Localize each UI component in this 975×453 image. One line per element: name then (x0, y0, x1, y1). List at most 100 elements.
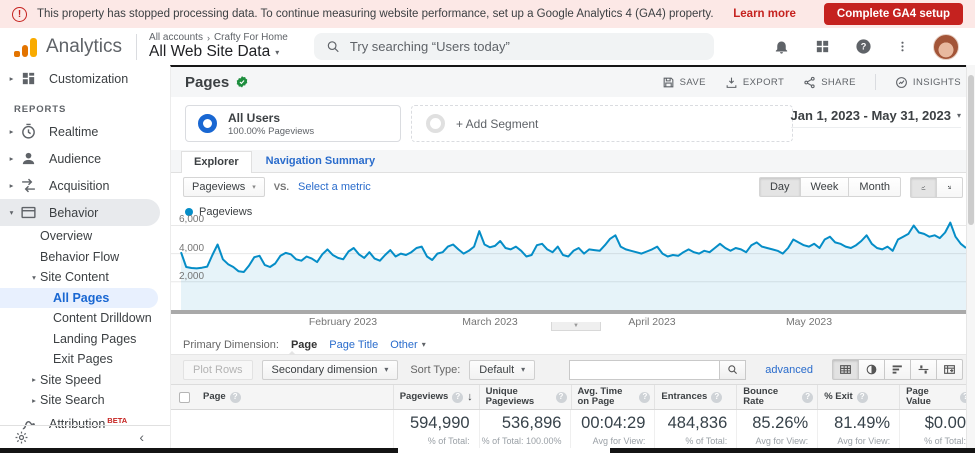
dimension-page-title[interactable]: Page Title (329, 339, 378, 351)
help-icon[interactable]: ? (855, 38, 872, 55)
sort-type-dropdown[interactable]: Default ▾ (469, 360, 535, 380)
motion-chart-view-button[interactable] (936, 177, 963, 198)
chevron-down-icon[interactable]: ▾ (28, 273, 40, 282)
chevron-down-icon: ▾ (384, 365, 388, 374)
complete-ga4-setup-button[interactable]: Complete GA4 setup (824, 3, 963, 25)
sidebar-item-behavior[interactable]: ▾Behavior (0, 199, 160, 226)
granularity-day-button[interactable]: Day (759, 177, 801, 197)
sidebar-item-exit-pages[interactable]: Exit Pages (0, 349, 170, 370)
sidebar-item-site-search[interactable]: ▸Site Search (0, 390, 170, 411)
plot-rows-button[interactable]: Plot Rows (183, 360, 253, 380)
chevron-right-icon[interactable]: ▸ (6, 181, 17, 190)
line-chart-view-button[interactable] (910, 177, 937, 198)
comparison-view-button[interactable] (910, 359, 937, 380)
totals-unique-pageviews: 536,896% of Total: 100.00%(536,896) (479, 410, 571, 453)
sidebar-item-site-content[interactable]: ▾Site Content (0, 267, 170, 288)
breadcrumb-all-accounts[interactable]: All accounts (149, 32, 203, 43)
export-button[interactable]: EXPORT (725, 76, 784, 89)
insights-button[interactable]: INSIGHTS (895, 76, 961, 89)
sidebar-item-site-speed[interactable]: ▸Site Speed (0, 370, 170, 391)
dimension-page[interactable]: Page (291, 339, 317, 351)
date-range-picker[interactable]: Jan 1, 2023 - May 31, 2023 ▾ (791, 108, 961, 128)
action-label: SAVE (680, 77, 706, 88)
tab-explorer[interactable]: Explorer (181, 151, 252, 173)
metric-select-dropdown[interactable]: Pageviews ▾ (183, 177, 265, 197)
advanced-search-link[interactable]: advanced (765, 364, 813, 376)
help-tooltip-icon[interactable]: ? (711, 392, 722, 403)
column-header-entrances[interactable]: Entrances? (654, 385, 736, 409)
apps-grid-icon[interactable] (814, 38, 831, 55)
sidebar-item-all-pages[interactable]: All Pages (0, 288, 158, 309)
help-tooltip-icon[interactable]: ? (802, 392, 813, 403)
sidebar-item-content-drilldown[interactable]: Content Drilldown (0, 308, 170, 329)
column-header-pageviews[interactable]: Pageviews?↓ (393, 385, 479, 409)
help-tooltip-icon[interactable]: ? (857, 392, 868, 403)
sidebar-item-behavior-flow[interactable]: Behavior Flow (0, 247, 170, 268)
account-switcher[interactable]: All accounts › Crafty For Home All Web S… (149, 32, 288, 61)
x-axis-tick: March 2023 (462, 316, 517, 328)
column-header-exit[interactable]: % Exit? (817, 385, 899, 409)
sidebar-item-overview[interactable]: Overview (0, 226, 170, 247)
secondary-dimension-dropdown[interactable]: Secondary dimension ▾ (262, 360, 399, 380)
add-segment-button[interactable]: + Add Segment (411, 105, 793, 142)
help-tooltip-icon[interactable]: ? (639, 392, 650, 403)
total-value: 00:04:29 (571, 414, 645, 433)
learn-more-link[interactable]: Learn more (733, 8, 796, 20)
totals-bounce-rate: 85.26%Avg for View:85.26% (0.00%) (736, 410, 817, 453)
column-header-unique-pageviews[interactable]: Unique Pageviews? (479, 385, 571, 409)
help-tooltip-icon[interactable]: ? (556, 392, 567, 403)
global-search[interactable] (314, 33, 714, 60)
tab-navigation-summary[interactable]: Navigation Summary (254, 151, 387, 172)
scrollbar-thumb[interactable] (968, 75, 974, 225)
table-search-input[interactable] (569, 360, 719, 380)
pivot-view-button[interactable] (936, 359, 963, 380)
notifications-bell-icon[interactable] (773, 38, 790, 55)
granularity-month-button[interactable]: Month (848, 177, 901, 197)
percentage-view-button[interactable] (858, 359, 885, 380)
action-label: EXPORT (743, 77, 784, 88)
chevron-right-icon[interactable]: ▸ (6, 127, 17, 136)
table-view-button[interactable] (832, 359, 859, 380)
header-divider (136, 34, 137, 60)
sidebar-item-audience[interactable]: ▸Audience (0, 145, 170, 172)
column-label: Page Value (906, 387, 956, 407)
annotations-expander[interactable]: ▼ (551, 322, 601, 331)
column-header-avg-time-on-page[interactable]: Avg. Time on Page? (571, 385, 655, 409)
chevron-right-icon[interactable]: ▸ (28, 375, 40, 384)
more-vert-icon[interactable] (896, 38, 909, 55)
column-header-page-value[interactable]: Page Value? (899, 385, 975, 409)
column-header-page[interactable]: Page? (197, 385, 393, 409)
sidebar-item-acquisition[interactable]: ▸Acquisition (0, 172, 170, 199)
dimension-other[interactable]: Other▾ (390, 339, 426, 351)
chevron-right-icon[interactable]: ▸ (28, 396, 40, 405)
help-tooltip-icon[interactable]: ? (452, 392, 463, 403)
select-all-checkbox[interactable] (179, 392, 190, 403)
chevron-right-icon[interactable]: ▸ (6, 74, 17, 83)
search-input[interactable] (350, 39, 702, 54)
column-header-bounce-rate[interactable]: Bounce Rate? (736, 385, 817, 409)
table-search-button[interactable] (719, 360, 746, 380)
sort-desc-icon: ↓ (467, 392, 475, 402)
help-tooltip-icon[interactable]: ? (230, 392, 241, 403)
segment-all-users[interactable]: All Users 100.00% Pageviews (185, 105, 401, 142)
sidebar-item-label: Customization (49, 72, 128, 86)
sidebar-item-label: All Pages (53, 291, 109, 305)
sidebar-item-customization[interactable]: ▸ Customization (0, 65, 170, 92)
sidebar-item-realtime[interactable]: ▸Realtime (0, 118, 170, 145)
user-avatar[interactable] (933, 34, 959, 60)
chevron-right-icon[interactable]: ▸ (6, 154, 17, 163)
select-metric-link[interactable]: Select a metric (298, 181, 371, 193)
property-name[interactable]: All Web Site Data (149, 43, 270, 61)
total-subtext: Avg for View: (571, 436, 645, 447)
breadcrumb-account[interactable]: Crafty For Home (214, 32, 288, 43)
admin-gear-icon[interactable] (14, 430, 29, 445)
chevron-down-icon[interactable]: ▾ (6, 208, 17, 217)
save-button[interactable]: SAVE (662, 76, 706, 89)
analytics-logo-icon[interactable] (14, 37, 37, 57)
granularity-week-button[interactable]: Week (800, 177, 850, 197)
performance-view-button[interactable] (884, 359, 911, 380)
sidebar-item-landing-pages[interactable]: Landing Pages (0, 329, 170, 350)
share-button[interactable]: SHARE (803, 76, 856, 89)
sidebar-collapse-icon[interactable]: ‹ (139, 429, 144, 445)
sort-type-value: Default (479, 364, 514, 376)
